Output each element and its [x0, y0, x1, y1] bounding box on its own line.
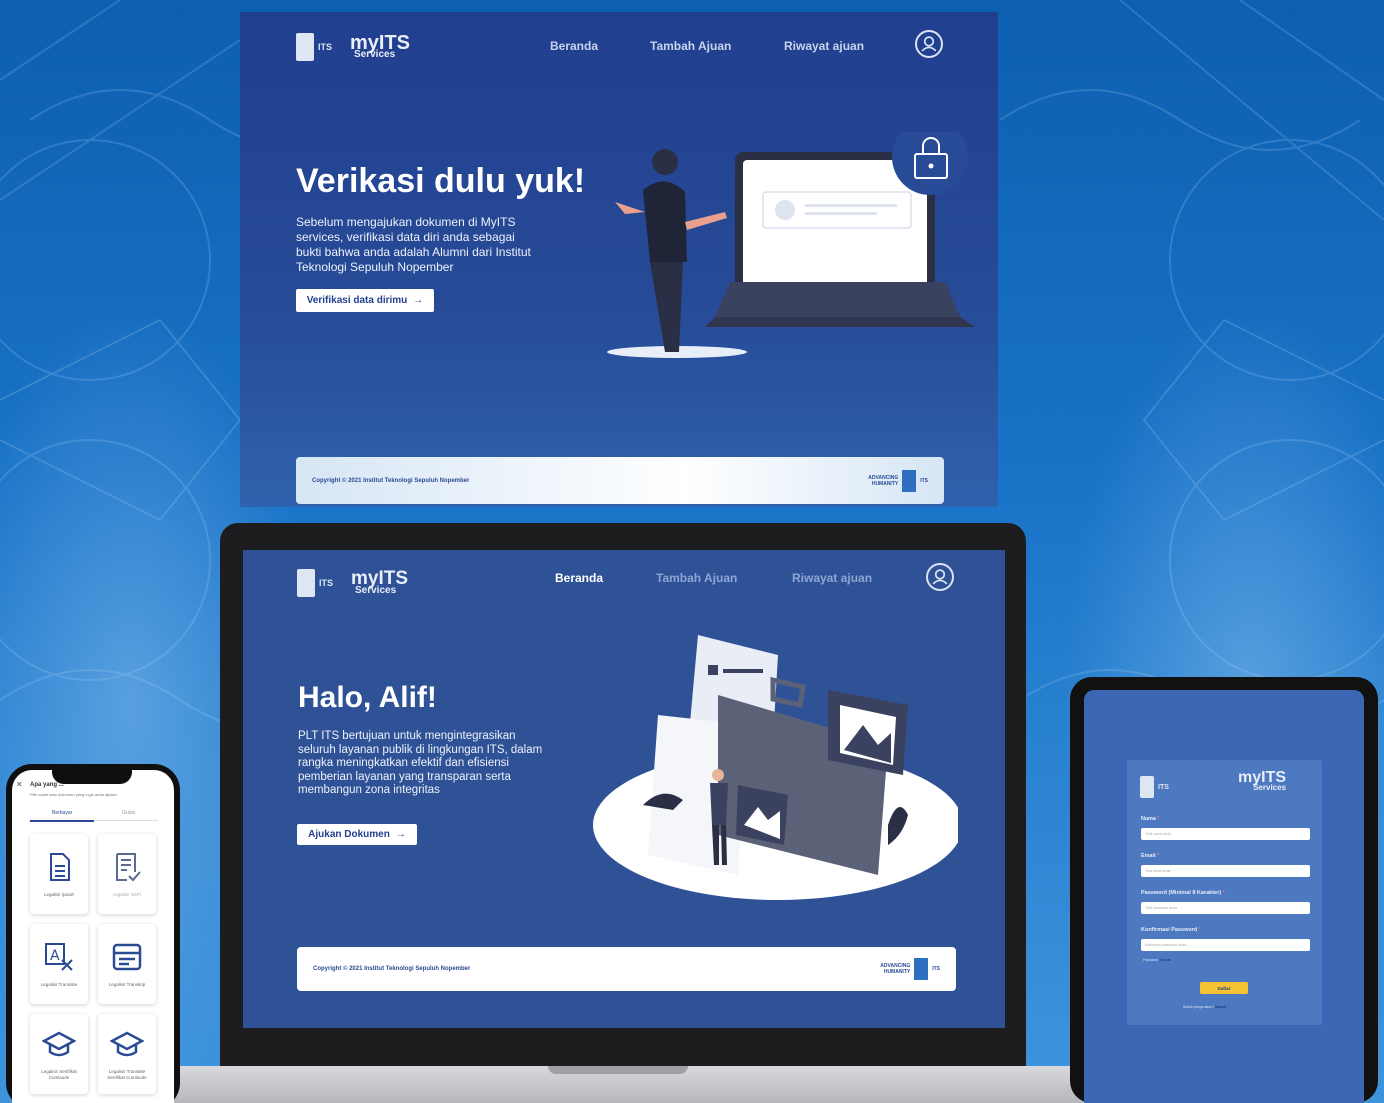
page-title: Verikasi dulu yuk!	[296, 162, 586, 200]
translate-icon: A	[45, 943, 73, 971]
nav-tambah-ajuan[interactable]: Tambah Ajuan	[656, 571, 737, 585]
phone-notch	[52, 764, 132, 784]
arrow-right-icon: →	[395, 829, 406, 840]
verification-page-mockup: ITS myITS Services Beranda Tambah Ajuan …	[240, 12, 998, 507]
tile-label: Legalisir Ijazah	[43, 892, 75, 897]
document-icon	[50, 853, 70, 881]
top-footer: Copyright © 2021 Institut Teknologi Sepu…	[296, 457, 944, 504]
humanity-label: HUMANITY	[871, 480, 899, 487]
tile-legalisir-translate-sertifikat[interactable]: Legalisir Translate Sertifikat Cumlaude	[98, 1014, 156, 1094]
laptop-screen: ITS myITS Services Beranda Tambah Ajuan …	[243, 550, 1005, 1028]
password-field[interactable]: Tulis password anda	[1141, 902, 1310, 914]
name-field[interactable]: Tulis nama anda	[1141, 828, 1310, 840]
copyright-text: Copyright © 2021 Institut Teknologi Sepu…	[312, 477, 470, 484]
arrow-right-icon: →	[413, 295, 424, 306]
nav-riwayat-ajuan[interactable]: Riwayat ajuan	[792, 571, 872, 585]
brand-logo: ITS	[1140, 772, 1184, 802]
tab-berbayar[interactable]: Berbayar	[52, 810, 72, 816]
login-prompt: Sudah punya akun? Masuk	[1183, 1005, 1227, 1009]
register-label: Daftar	[1217, 985, 1231, 991]
tile-legalisir-translate[interactable]: A Legalisir Translate	[30, 924, 88, 1004]
phone-subtitle: Pilih salah satu dokumen yang ingin anda…	[30, 792, 117, 797]
active-tab-indicator	[30, 820, 94, 822]
user-circle-icon[interactable]	[926, 563, 954, 591]
advancing-humanity-logo: ADVANCING HUMANITY ITS	[868, 469, 928, 492]
confirm-password-field[interactable]: Konfirmasi password anda	[1141, 939, 1310, 951]
id-card-icon	[112, 943, 142, 971]
checklist-icon	[116, 853, 141, 882]
its-logo-icon: ITS	[296, 32, 340, 62]
name-label: Nama *	[1141, 816, 1160, 822]
humanity-label: HUMANITY	[883, 969, 911, 975]
tile-label: Legalisir Translate	[40, 982, 78, 987]
nav-tambah-ajuan[interactable]: Tambah Ajuan	[650, 39, 731, 53]
tile-label: Legalisir Translate Sertifikat Cumlaude	[107, 1069, 147, 1080]
email-field[interactable]: Tulis email anda	[1141, 865, 1310, 877]
page-description: Sebelum mengajukan dokumen di MyITS serv…	[296, 215, 531, 274]
its-footer-label: ITS	[920, 477, 928, 484]
brand-logo[interactable]: ITS myITS Services	[297, 568, 408, 598]
copyright-text: Copyright © 2021 Institut Teknologi Sepu…	[313, 966, 471, 972]
confirm-password-placeholder: Konfirmasi password anda	[1145, 943, 1187, 947]
user-circle-icon[interactable]	[915, 30, 943, 58]
verify-data-button[interactable]: Verifikasi data dirimu →	[296, 289, 434, 312]
tile-legalisir-sertifikat-cumlaude[interactable]: Legalisir Sertifikat Cumlaude	[30, 1014, 88, 1094]
brand-logo[interactable]: ITS myITS Services	[296, 32, 410, 62]
brand-wordmark: myITS Services	[1238, 770, 1286, 792]
tile-legalisir-transkrip[interactable]: Legalisir Transkrip	[98, 924, 156, 1004]
close-icon[interactable]: ✕	[16, 780, 23, 789]
nav-beranda[interactable]: Beranda	[555, 571, 603, 585]
password-placeholder: Tulis password anda	[1145, 906, 1177, 910]
tab-gratis[interactable]: Gratis	[122, 810, 135, 816]
advancing-humanity-logo: ADVANCING HUMANITY ITS	[880, 958, 940, 980]
register-button[interactable]: Daftar	[1200, 982, 1248, 994]
submit-document-label: Ajukan Dokumen	[308, 829, 390, 840]
page-description: PLT ITS bertujuan untuk mengintegrasikan…	[298, 730, 543, 796]
svg-text:A: A	[50, 948, 60, 964]
tile-label: Legalisir SKPI	[112, 892, 142, 897]
woman-laptop-illustration	[607, 132, 975, 358]
tab-divider	[94, 820, 158, 821]
its-footer-label: ITS	[932, 966, 940, 972]
graduation-cap-icon	[110, 1031, 144, 1057]
graduation-cap-icon	[42, 1031, 76, 1057]
top-navbar: ITS myITS Services Beranda Tambah Ajuan …	[240, 12, 998, 76]
submit-document-button[interactable]: Ajukan Dokumen →	[297, 824, 417, 845]
tile-label: Legalisir Transkrip	[108, 982, 146, 987]
its-logo-icon: ITS	[297, 568, 341, 598]
password-label: Password (Minimal 8 Karakter) *	[1141, 890, 1225, 896]
password-match-status: Password Sesuai	[1143, 958, 1171, 962]
login-link[interactable]: Masuk	[1215, 1005, 1226, 1009]
tile-legalisir-ijazah[interactable]: Legalisir Ijazah	[30, 834, 88, 914]
laptop-footer: Copyright © 2021 Institut Teknologi Sepu…	[297, 947, 956, 991]
tile-legalisir-skpi[interactable]: Legalisir SKPI	[98, 834, 156, 914]
nav-beranda[interactable]: Beranda	[550, 39, 598, 53]
confirm-password-label: Konfirmasi Password *	[1141, 927, 1201, 933]
phone-screen: ✕ Apa yang ... Pilih salah satu dokumen …	[12, 770, 174, 1103]
page-title: Halo, Alif!	[298, 681, 437, 714]
email-placeholder: Tulis email anda	[1145, 869, 1171, 873]
documents-illustration	[593, 635, 958, 900]
laptop-notch	[548, 1066, 688, 1074]
email-label: Email *	[1141, 853, 1160, 859]
tile-label: Legalisir Sertifikat Cumlaude	[41, 1069, 77, 1080]
name-placeholder: Tulis nama anda	[1145, 832, 1171, 836]
verify-data-label: Verifikasi data dirimu	[306, 295, 408, 306]
its-logo-icon: ITS	[1140, 772, 1184, 802]
nav-riwayat-ajuan[interactable]: Riwayat ajuan	[784, 39, 864, 53]
